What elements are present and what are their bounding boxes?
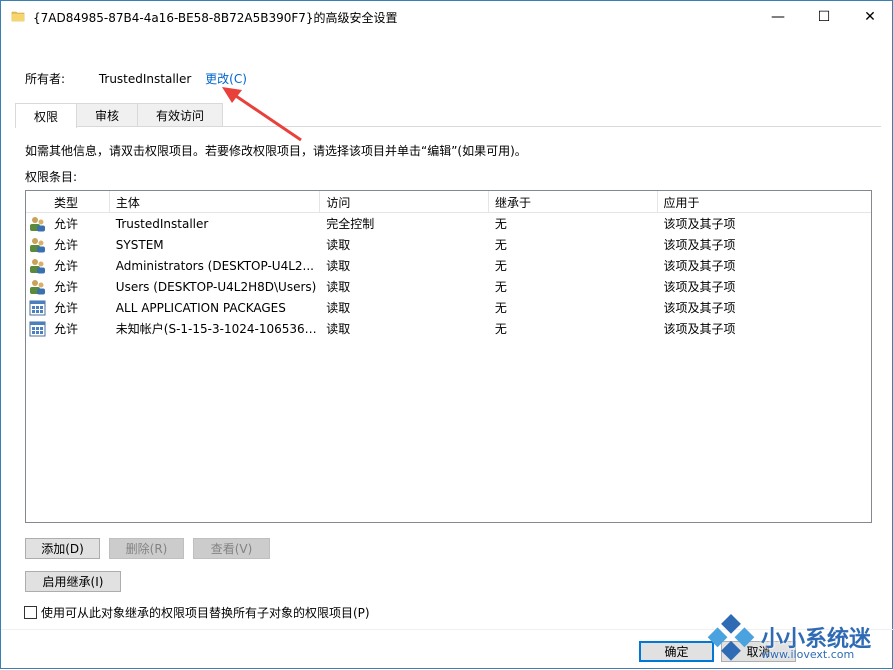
replace-child-permissions-checkbox[interactable] [24,606,37,619]
title-bar[interactable]: {7AD84985-87B4-4a16-BE58-8B72A5B390F7}的高… [1,1,892,32]
column-header-access[interactable]: 访问 [320,191,489,213]
user-group-icon [30,279,45,294]
permission-entries-list[interactable]: 类型 主体 访问 继承于 应用于 允许 TrustedInstaller 完全控… [25,190,872,523]
entry-applies-to: 该项及其子项 [663,301,736,315]
tab-effective-access[interactable]: 有效访问 [137,103,224,127]
entry-applies-to: 该项及其子项 [663,217,736,231]
folder-icon [11,11,25,22]
add-button[interactable]: 添加(D) [25,538,100,559]
window-title: {7AD84985-87B4-4a16-BE58-8B72A5B390F7}的高… [33,11,398,25]
change-owner-link[interactable]: 更改(C) [205,72,247,86]
entry-principal: TrustedInstaller [115,216,209,231]
tab-permissions[interactable]: 权限 [15,103,78,128]
view-button[interactable]: 查看(V) [193,538,270,559]
column-header-applies-to[interactable]: 应用于 [658,191,871,213]
entry-access: 读取 [326,238,351,252]
user-group-icon [30,258,45,273]
entry-type: 允许 [54,301,79,315]
remove-button[interactable]: 删除(R) [109,538,184,559]
entry-type: 允许 [54,322,79,336]
close-button[interactable]: ✕ [847,1,893,32]
info-text: 如需其他信息，请双击权限项目。若要修改权限项目，请选择该项目并单击“编辑”(如果… [25,144,527,158]
minimize-icon: — [771,8,785,25]
entry-principal: Administrators (DESKTOP-U4L2... [115,258,314,273]
owner-label: 所有者: [25,72,66,86]
entry-principal: Users (DESKTOP-U4L2H8D\Users) [115,279,317,294]
permission-entries-label: 权限条目: [25,170,78,184]
entry-type: 允许 [54,238,79,252]
column-header-type[interactable]: 类型 [26,191,110,213]
tab-strip: 权限 审核 有效访问 [15,103,224,128]
entry-inherited-from: 无 [494,217,507,231]
dialog-window: {7AD84985-87B4-4a16-BE58-8B72A5B390F7}的高… [0,0,893,669]
entry-access: 读取 [326,301,351,315]
user-group-icon [30,237,45,252]
entry-type: 允许 [54,280,79,294]
entry-access: 完全控制 [326,217,375,231]
app-package-icon [29,300,46,315]
entry-access: 读取 [326,259,351,273]
watermark-url: www.ilovext.com [761,648,855,661]
tab-auditing[interactable]: 审核 [76,103,139,127]
table-row[interactable]: 允许 Administrators (DESKTOP-U4L2... 读取 无 … [26,255,871,276]
entry-type: 允许 [54,217,79,231]
list-header: 类型 主体 访问 继承于 应用于 [26,191,871,213]
column-header-principal[interactable]: 主体 [110,191,321,213]
minimize-button[interactable]: — [755,1,801,32]
entry-applies-to: 该项及其子项 [663,280,736,294]
entry-principal: 未知帐户(S-1-15-3-1024-1065365... [115,322,321,336]
entry-applies-to: 该项及其子项 [663,238,736,252]
user-group-icon [30,216,45,231]
entry-inherited-from: 无 [494,322,507,336]
table-row[interactable]: 允许 SYSTEM 读取 无 该项及其子项 [26,234,871,255]
replace-child-permissions-label: 使用可从此对象继承的权限项目替换所有子对象的权限项目(P) [41,606,370,620]
table-row[interactable]: 允许 TrustedInstaller 完全控制 无 该项及其子项 [26,213,871,234]
entry-access: 读取 [326,280,351,294]
entry-type: 允许 [54,259,79,273]
table-row[interactable]: 允许 Users (DESKTOP-U4L2H8D\Users) 读取 无 该项… [26,276,871,297]
entry-principal: ALL APPLICATION PACKAGES [115,300,286,315]
entry-principal: SYSTEM [115,237,164,252]
owner-row: 所有者: TrustedInstaller 更改(C) [25,70,247,87]
table-row[interactable]: 允许 ALL APPLICATION PACKAGES 读取 无 该项及其子项 [26,297,871,318]
column-header-inherited-from[interactable]: 继承于 [489,191,658,213]
owner-value: TrustedInstaller [98,72,192,86]
replace-child-permissions-option[interactable]: 使用可从此对象继承的权限项目替换所有子对象的权限项目(P) [24,604,370,621]
tab-divider [15,126,881,127]
entry-inherited-from: 无 [494,238,507,252]
maximize-icon: ☐ [817,8,831,25]
entry-inherited-from: 无 [494,301,507,315]
entry-inherited-from: 无 [494,259,507,273]
maximize-button[interactable]: ☐ [801,1,847,32]
entry-access: 读取 [326,322,351,336]
close-icon: ✕ [864,8,876,25]
entry-applies-to: 该项及其子项 [663,322,736,336]
entry-inherited-from: 无 [494,280,507,294]
enable-inheritance-button[interactable]: 启用继承(I) [25,571,121,592]
app-package-icon [29,321,46,336]
table-row[interactable]: 允许 未知帐户(S-1-15-3-1024-1065365... 读取 无 该项… [26,318,871,339]
entry-applies-to: 该项及其子项 [663,259,736,273]
